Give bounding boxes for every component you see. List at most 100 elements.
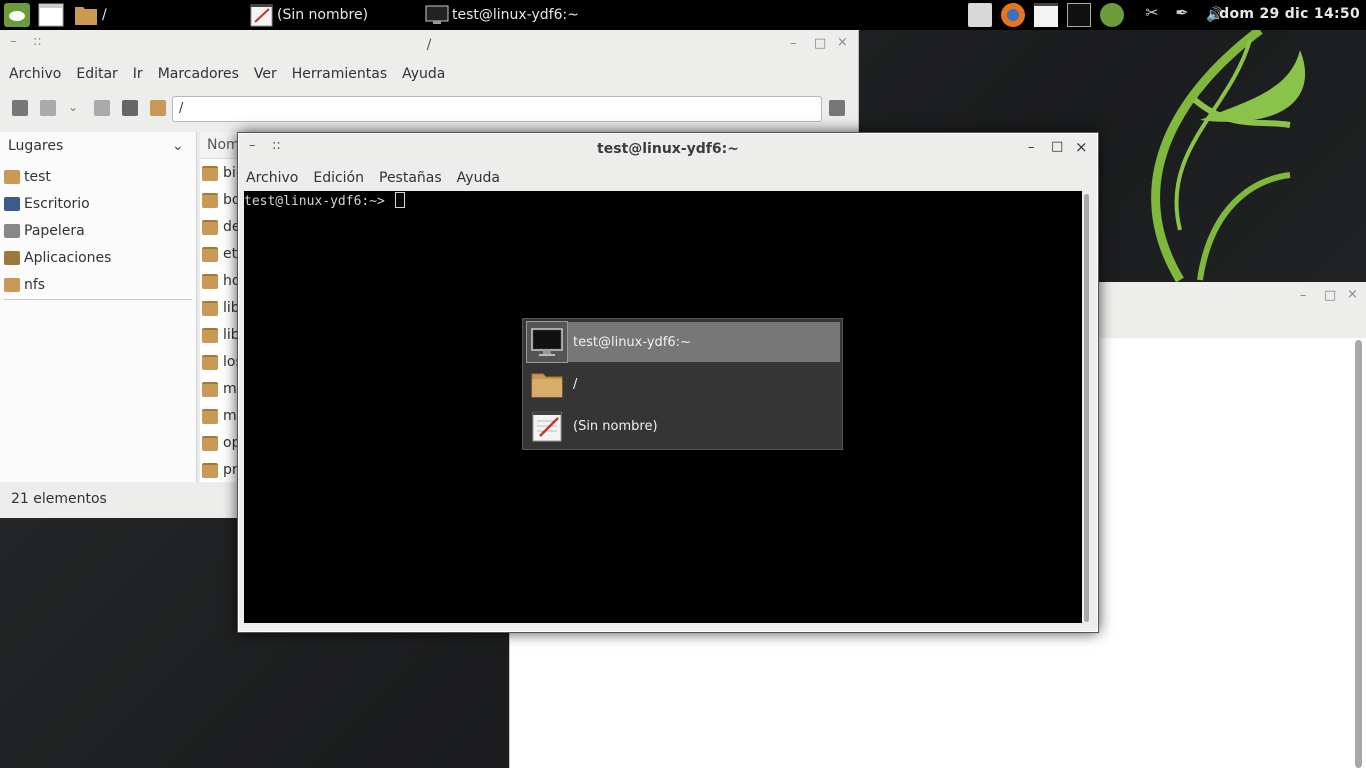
scrollbar[interactable] [1084, 194, 1089, 622]
text-editor-icon[interactable] [1034, 3, 1058, 27]
terminal-icon[interactable] [1067, 3, 1091, 27]
sidebar-header[interactable]: Lugares [8, 138, 63, 154]
minimize-button[interactable]: – [790, 36, 797, 51]
list-item[interactable]: los [202, 350, 243, 374]
menubar: Archivo Edición Pestañas Ayuda [239, 164, 1097, 192]
sidebar-item-label: Aplicaciones [24, 250, 112, 266]
computer-icon[interactable] [12, 100, 28, 116]
chevron-down-icon[interactable]: ⌄ [172, 138, 184, 154]
menu-archivo[interactable]: Archivo [246, 170, 298, 186]
clock[interactable]: dom 29 dic 14:50 [1219, 6, 1360, 22]
task-label: / [102, 7, 107, 23]
titlebar[interactable]: – :: / – □ × [0, 30, 858, 60]
switcher-item-editor[interactable]: (Sin nombre) [527, 406, 840, 446]
back-icon[interactable] [40, 100, 56, 116]
menu-herramientas[interactable]: Herramientas [292, 66, 387, 82]
start-menu-button[interactable] [4, 3, 30, 27]
list-item[interactable]: lib [202, 323, 240, 347]
minimize-button[interactable]: – [1300, 288, 1307, 303]
file-name: et [223, 246, 238, 262]
folder-icon [202, 246, 218, 262]
menu-ver[interactable]: Ver [254, 66, 277, 82]
task-terminal[interactable]: test@linux-ydf6:~ [425, 3, 579, 27]
switcher-item-label: test@linux-ydf6:~ [573, 334, 691, 350]
firefox-icon[interactable] [1001, 3, 1025, 27]
folder-icon [202, 435, 218, 451]
titlebar[interactable]: – :: test@linux-ydf6:~ – □ × [239, 134, 1097, 164]
status-text: 21 elementos [11, 491, 107, 507]
prompt: test@linux-ydf6:~> [244, 194, 393, 209]
sidebar-item-papelera[interactable]: Papelera [4, 219, 85, 243]
sidebar-item-label: test [24, 169, 51, 185]
list-item[interactable]: ho [202, 269, 240, 293]
eyedropper-icon[interactable]: ✒ [1170, 3, 1194, 27]
home-icon[interactable] [150, 100, 166, 116]
sidebar-item-label: Papelera [24, 223, 85, 239]
folder-icon [202, 165, 218, 181]
list-item[interactable]: de [202, 215, 241, 239]
menu-pestanas[interactable]: Pestañas [379, 170, 442, 186]
task-label: test@linux-ydf6:~ [452, 7, 579, 23]
divider [4, 299, 192, 300]
maximize-button[interactable]: □ [1324, 288, 1336, 303]
close-button[interactable]: × [837, 35, 848, 50]
menu-ir[interactable]: Ir [133, 66, 143, 82]
menu-marcadores[interactable]: Marcadores [158, 66, 239, 82]
list-item[interactable]: bo [202, 188, 240, 212]
home-folder-icon [4, 170, 20, 184]
switcher-item-folder[interactable]: / [527, 364, 840, 404]
scissors-icon[interactable]: ✂ [1140, 3, 1164, 27]
folder-icon [202, 300, 218, 316]
sidebar-item-label: nfs [24, 277, 46, 293]
monitor-icon [526, 321, 568, 363]
edit-location-icon[interactable] [829, 100, 845, 116]
sidebar-item-aplicaciones[interactable]: Aplicaciones [4, 246, 111, 270]
text-editor-icon [250, 4, 273, 27]
close-button[interactable]: × [1075, 138, 1088, 156]
terminal-output: test@linux-ydf6:~> [244, 192, 405, 209]
folder-icon [527, 364, 567, 404]
folder-icon [202, 462, 218, 478]
file-cabinet-icon[interactable] [968, 3, 992, 27]
applications-icon [4, 251, 20, 265]
sidebar-item-escritorio[interactable]: Escritorio [4, 192, 90, 216]
menu-archivo[interactable]: Archivo [9, 66, 61, 82]
window-icon [38, 3, 64, 27]
monitor-icon [425, 5, 449, 24]
forward-icon[interactable] [94, 100, 110, 116]
sidebar: Lugares ⌄ test Escritorio Papelera Aplic… [0, 132, 197, 482]
close-button[interactable]: × [1347, 287, 1358, 302]
up-icon[interactable] [122, 100, 138, 116]
switcher-item-label: / [573, 376, 578, 392]
window-title: test@linux-ydf6:~ [597, 141, 739, 157]
menubar: Archivo Editar Ir Marcadores Ver Herrami… [0, 60, 858, 88]
folder-icon [75, 7, 97, 25]
show-desktop-button[interactable] [38, 3, 64, 27]
menu-ayuda[interactable]: Ayuda [402, 66, 445, 82]
minimize-button[interactable]: – [1028, 140, 1035, 155]
menu-editar[interactable]: Editar [76, 66, 117, 82]
menu-edicion[interactable]: Edición [313, 170, 364, 186]
window-switcher: test@linux-ydf6:~ / (Sin nombre) [522, 318, 843, 450]
task-file-manager[interactable]: / [74, 3, 107, 27]
scrollbar[interactable] [1355, 340, 1362, 768]
maximize-button[interactable]: □ [814, 36, 826, 51]
chevron-down-icon[interactable]: ⌄ [68, 100, 84, 116]
cursor [394, 192, 405, 208]
folder-icon [202, 327, 218, 343]
sidebar-item-test[interactable]: test [4, 165, 51, 189]
task-text-editor[interactable]: (Sin nombre) [250, 3, 368, 27]
text-editor-icon [527, 406, 567, 446]
list-item[interactable]: op [202, 431, 240, 455]
sidebar-item-nfs[interactable]: nfs [4, 273, 45, 297]
list-item[interactable]: mr [202, 404, 242, 428]
menu-ayuda[interactable]: Ayuda [457, 170, 500, 186]
list-item[interactable]: et [202, 242, 237, 266]
network-folder-icon [4, 278, 20, 292]
location-field[interactable]: / [172, 96, 822, 122]
maximize-button[interactable]: □ [1051, 139, 1063, 154]
software-updater-icon[interactable] [1100, 3, 1124, 27]
list-item[interactable]: lib [202, 296, 240, 320]
switcher-item-terminal[interactable]: test@linux-ydf6:~ [526, 321, 840, 363]
folder-icon [202, 408, 218, 424]
